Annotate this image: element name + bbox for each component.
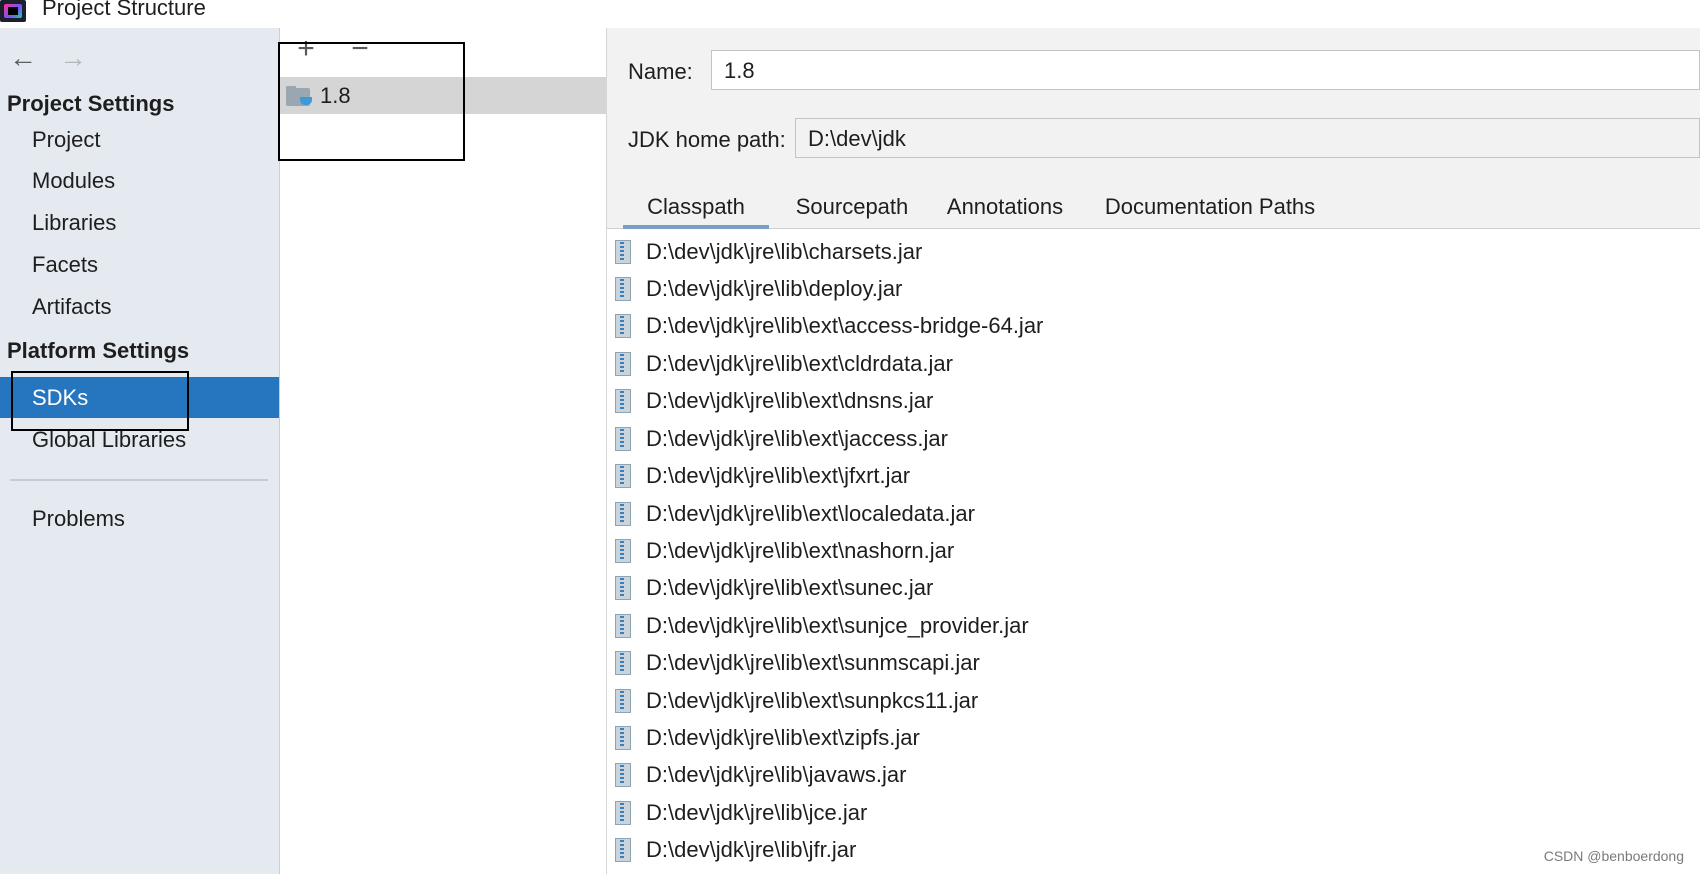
tab-documentation-paths[interactable]: Documentation Paths: [1088, 186, 1332, 228]
add-icon[interactable]: +: [292, 34, 320, 64]
jar-icon: [615, 352, 631, 376]
sidebar-item-label: SDKs: [32, 385, 89, 410]
jar-icon: [615, 314, 631, 338]
forward-arrow-icon[interactable]: →: [58, 44, 88, 74]
list-item[interactable]: D:\dev\jdk\jre\lib\ext\cldrdata.jar: [607, 345, 1700, 382]
list-item[interactable]: D:\dev\jdk\jre\lib\charsets.jar: [607, 233, 1700, 270]
list-item[interactable]: D:\dev\jdk\jre\lib\ext\zipfs.jar: [607, 719, 1700, 756]
list-item[interactable]: D:\dev\jdk\jre\lib\jfr.jar: [607, 831, 1700, 868]
classpath-entry: D:\dev\jdk\jre\lib\deploy.jar: [646, 276, 903, 301]
list-item[interactable]: D:\dev\jdk\jre\lib\ext\jaccess.jar: [607, 420, 1700, 457]
list-item[interactable]: D:\dev\jdk\jre\lib\ext\sunmscapi.jar: [607, 644, 1700, 681]
jar-icon: [615, 726, 631, 750]
classpath-entry: D:\dev\jdk\jre\lib\ext\jfxrt.jar: [646, 463, 911, 488]
jar-icon: [615, 838, 631, 862]
title-bar: Project Structure: [0, 0, 1700, 28]
classpath-entry: D:\dev\jdk\jre\lib\charsets.jar: [646, 239, 923, 264]
sidebar-item-problems[interactable]: Problems: [0, 498, 279, 539]
classpath-entry: D:\dev\jdk\jre\lib\jce.jar: [646, 800, 868, 825]
sidebar-item-sdks[interactable]: SDKs: [0, 377, 279, 418]
classpath-entry: D:\dev\jdk\jre\lib\ext\sunpkcs11.jar: [646, 688, 979, 713]
sidebar-item-label: Facets: [32, 252, 99, 277]
platform-settings-header: Platform Settings: [7, 338, 190, 363]
jar-icon: [615, 240, 631, 264]
jar-icon: [615, 576, 631, 600]
name-label: Name:: [628, 59, 693, 84]
jar-icon: [615, 389, 631, 413]
sidebar-divider: [10, 479, 268, 481]
sidebar-item-modules[interactable]: Modules: [0, 160, 279, 201]
list-item[interactable]: D:\dev\jdk\jre\lib\javaws.jar: [607, 756, 1700, 793]
classpath-list: D:\dev\jdk\jre\lib\charsets.jar D:\dev\j…: [607, 229, 1700, 874]
sidebar-item-project[interactable]: Project: [0, 119, 279, 160]
jdk-home-path-label: JDK home path:: [628, 127, 786, 152]
classpath-entry: D:\dev\jdk\jre\lib\ext\jaccess.jar: [646, 426, 948, 451]
jar-icon: [615, 689, 631, 713]
back-arrow-icon[interactable]: ←: [8, 44, 38, 74]
tab-classpath[interactable]: Classpath: [623, 186, 769, 229]
jar-icon: [615, 614, 631, 638]
detail-tabs: Classpath Sourcepath Annotations Documen…: [607, 186, 1700, 229]
window-title: Project Structure: [42, 0, 206, 20]
jar-icon: [615, 539, 631, 563]
sdk-item-label: 1.8: [320, 83, 351, 108]
jar-icon: [615, 801, 631, 825]
sidebar-item-libraries[interactable]: Libraries: [0, 202, 279, 243]
jar-icon: [615, 651, 631, 675]
list-item[interactable]: D:\dev\jdk\jre\lib\ext\localedata.jar: [607, 495, 1700, 532]
sidebar-item-label: Project: [32, 127, 101, 152]
classpath-entry: D:\dev\jdk\jre\lib\ext\access-bridge-64.…: [646, 313, 1044, 338]
classpath-entry: D:\dev\jdk\jre\lib\javaws.jar: [646, 762, 907, 787]
classpath-entry: D:\dev\jdk\jre\lib\jfr.jar: [646, 837, 857, 862]
list-item[interactable]: D:\dev\jdk\jre\lib\ext\access-bridge-64.…: [607, 307, 1700, 344]
sdk-detail-panel: Name: 1.8 JDK home path: D:\dev\jdk Clas…: [607, 28, 1700, 874]
name-field[interactable]: 1.8: [711, 50, 1700, 90]
sidebar-item-artifacts[interactable]: Artifacts: [0, 286, 279, 327]
classpath-entry: D:\dev\jdk\jre\lib\ext\localedata.jar: [646, 501, 975, 526]
remove-icon[interactable]: −: [346, 34, 374, 64]
classpath-entry: D:\dev\jdk\jre\lib\ext\sunec.jar: [646, 575, 934, 600]
jar-icon: [615, 763, 631, 787]
classpath-entry: D:\dev\jdk\jre\lib\ext\dnsns.jar: [646, 388, 934, 413]
jar-icon: [615, 502, 631, 526]
classpath-entry: D:\dev\jdk\jre\lib\ext\zipfs.jar: [646, 725, 920, 750]
classpath-entry: D:\dev\jdk\jre\lib\ext\sunmscapi.jar: [646, 650, 980, 675]
sidebar-item-label: Global Libraries: [32, 427, 187, 452]
jdk-folder-icon: [286, 86, 312, 106]
sdk-list-item[interactable]: 1.8: [280, 77, 606, 114]
sdk-list-panel: + − 1.8: [278, 28, 607, 874]
sidebar-item-facets[interactable]: Facets: [0, 244, 279, 285]
list-item[interactable]: D:\dev\jdk\jre\lib\ext\nashorn.jar: [607, 532, 1700, 569]
watermark: CSDN @benboerdong: [1543, 848, 1684, 864]
list-item[interactable]: D:\dev\jdk\jre\lib\ext\sunpkcs11.jar: [607, 682, 1700, 719]
sidebar-item-global-libraries[interactable]: Global Libraries: [0, 419, 279, 460]
jar-icon: [615, 427, 631, 451]
jdk-home-path-field[interactable]: D:\dev\jdk: [795, 118, 1700, 158]
list-item[interactable]: D:\dev\jdk\jre\lib\jce.jar: [607, 794, 1700, 831]
list-item[interactable]: D:\dev\jdk\jre\lib\ext\sunec.jar: [607, 569, 1700, 606]
sidebar-item-label: Modules: [32, 168, 116, 193]
tab-sourcepath[interactable]: Sourcepath: [779, 186, 925, 228]
sidebar-item-label: Artifacts: [32, 294, 112, 319]
tab-annotations[interactable]: Annotations: [933, 186, 1077, 228]
list-item[interactable]: D:\dev\jdk\jre\lib\ext\dnsns.jar: [607, 382, 1700, 419]
list-item[interactable]: D:\dev\jdk\jre\lib\ext\sunjce_provider.j…: [607, 607, 1700, 644]
sidebar-item-label: Problems: [32, 506, 125, 531]
project-settings-header: Project Settings: [7, 91, 175, 116]
classpath-entry: D:\dev\jdk\jre\lib\ext\nashorn.jar: [646, 538, 955, 563]
settings-sidebar: ← → Project Settings Project Modules Lib…: [0, 28, 280, 874]
classpath-entry: D:\dev\jdk\jre\lib\ext\cldrdata.jar: [646, 351, 953, 376]
jar-icon: [615, 464, 631, 488]
classpath-entry: D:\dev\jdk\jre\lib\ext\sunjce_provider.j…: [646, 613, 1029, 638]
list-item[interactable]: D:\dev\jdk\jre\lib\deploy.jar: [607, 270, 1700, 307]
sidebar-item-label: Libraries: [32, 210, 117, 235]
list-item[interactable]: D:\dev\jdk\jre\lib\ext\jfxrt.jar: [607, 457, 1700, 494]
jar-icon: [615, 277, 631, 301]
app-logo-icon: [0, 0, 26, 22]
